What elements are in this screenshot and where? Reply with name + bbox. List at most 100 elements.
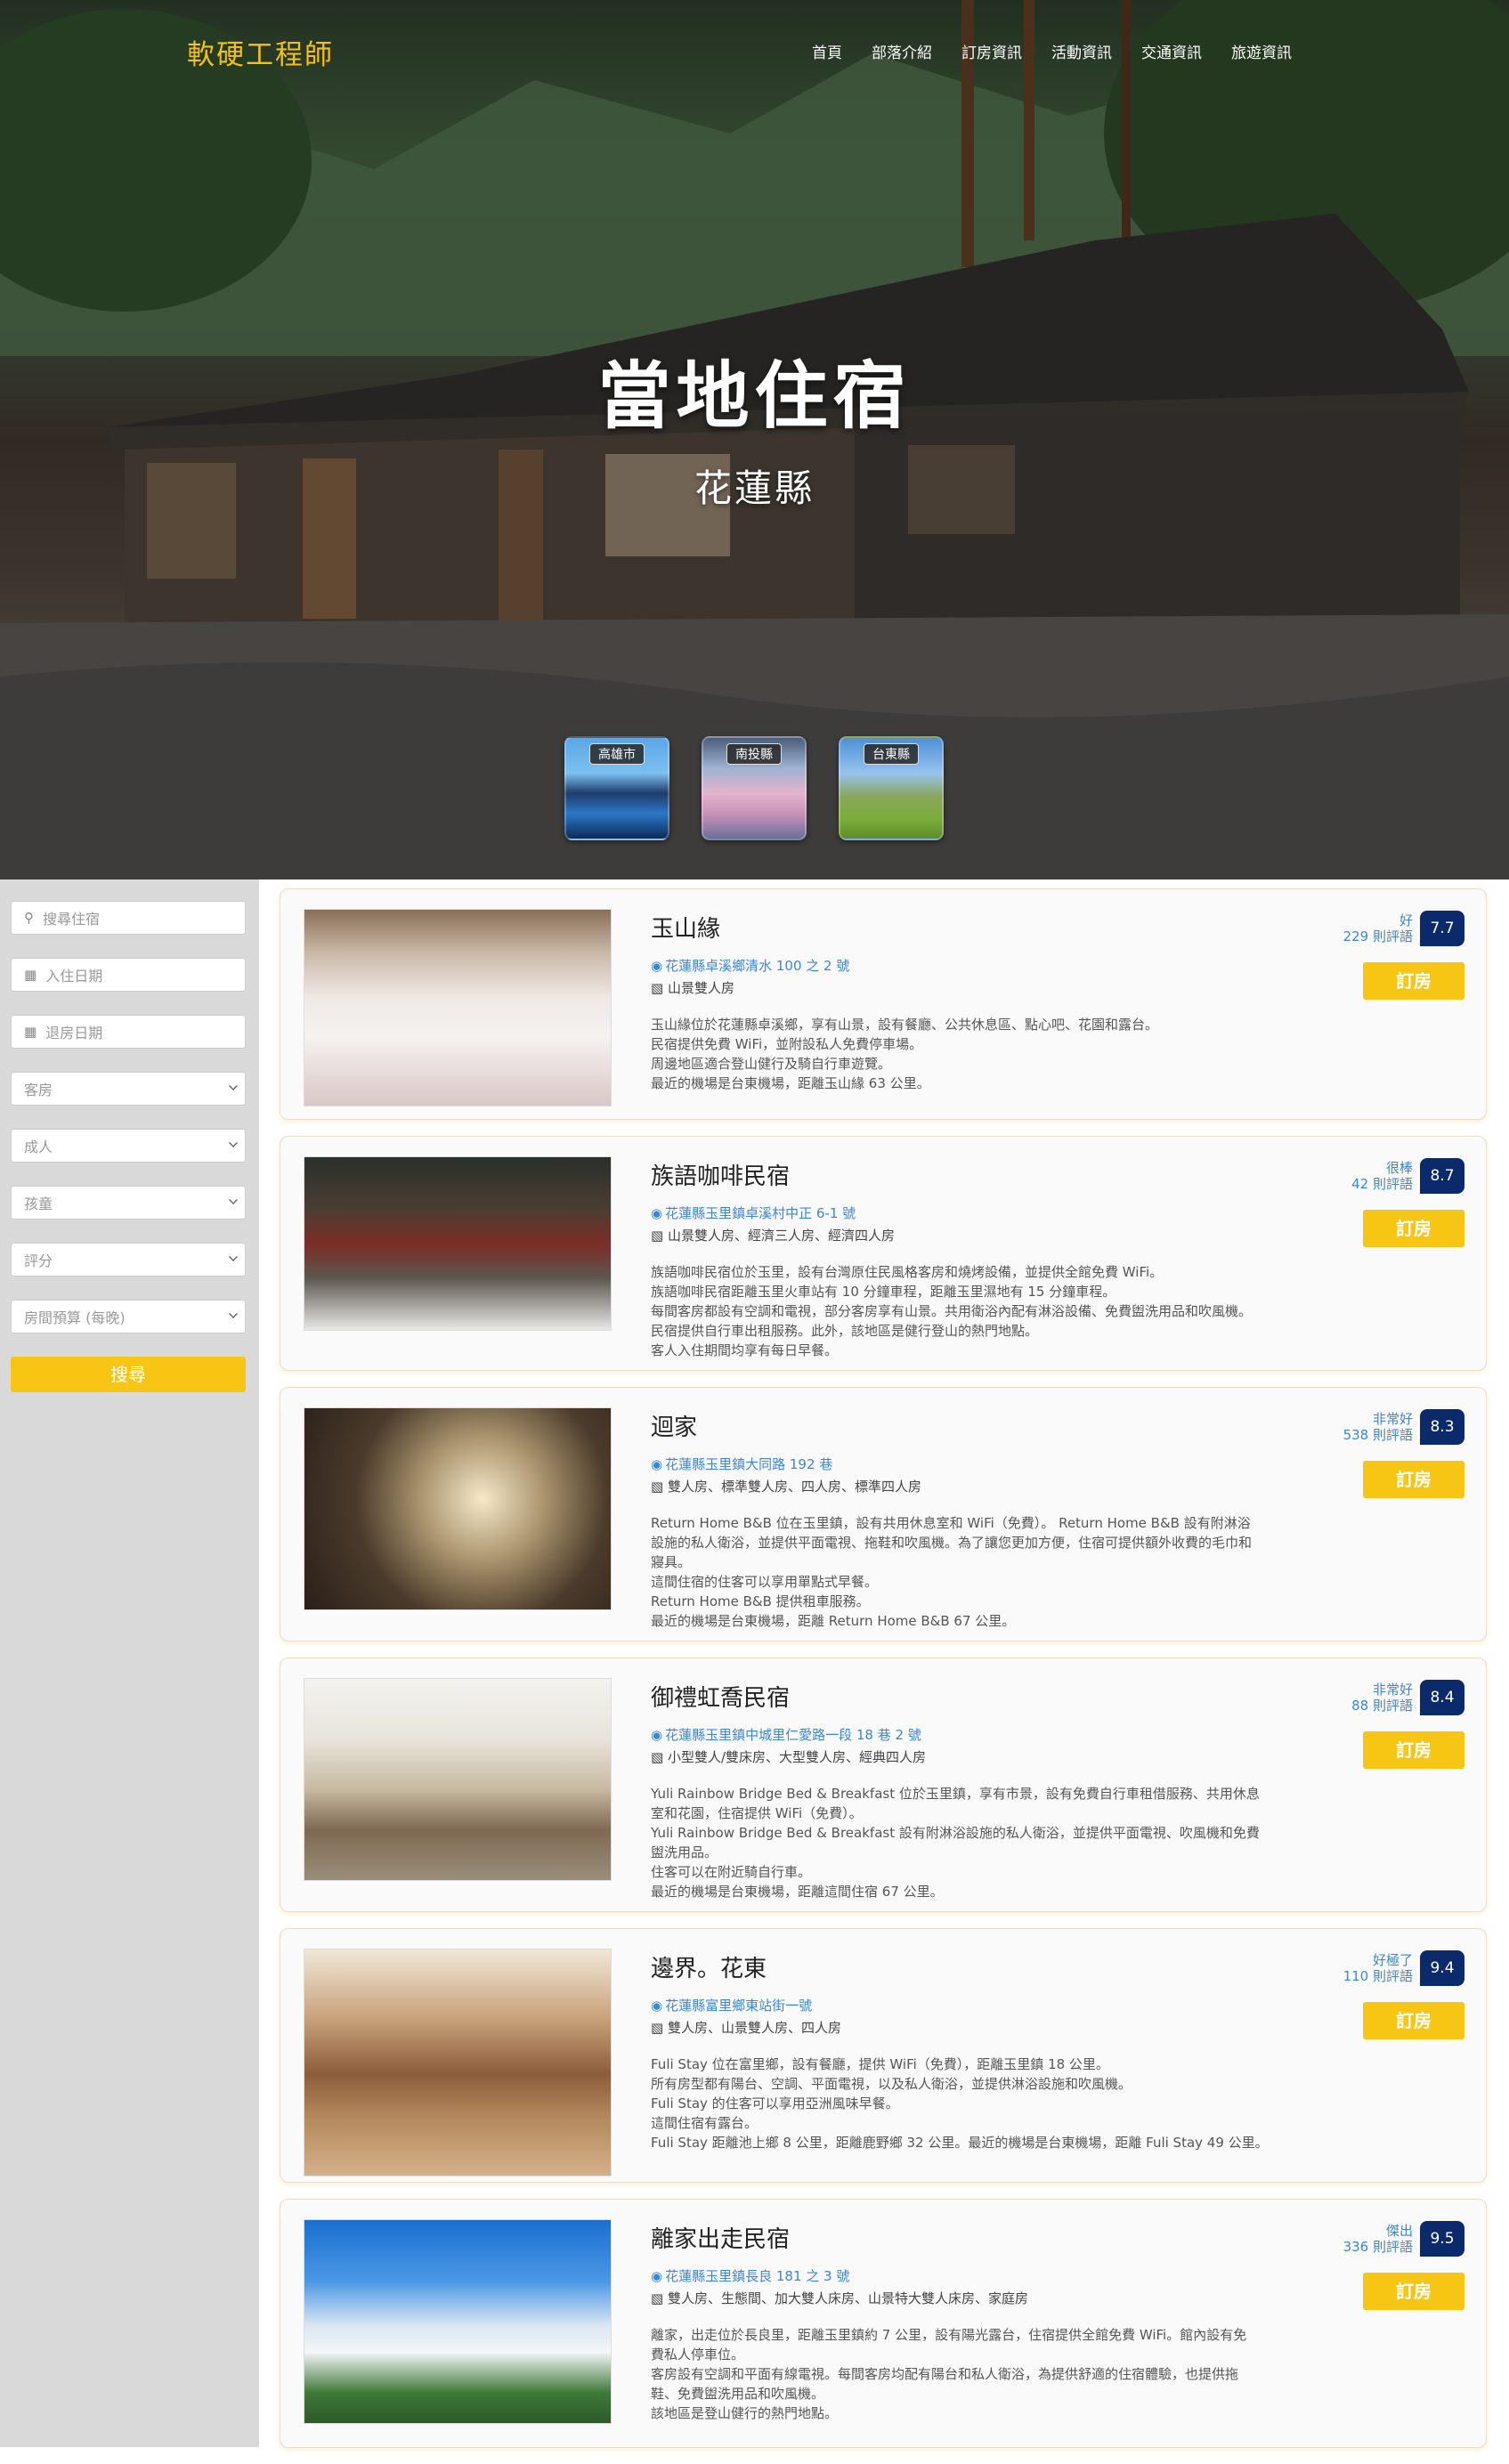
score-badge: 8.3 <box>1420 1409 1464 1445</box>
desc-line: 民宿提供自行車出租服務。此外，該地區是健行登山的熱門地點。 <box>651 1323 1039 1339</box>
rating-select[interactable]: 評分 <box>11 1243 246 1277</box>
rooms-text: 小型雙人/雙床房、大型雙人房、經典四人房 <box>667 1749 927 1765</box>
listing-card[interactable]: 迴家 ◉ 花蓮縣玉里鎮大同路 192 巷 ▧ 雙人房、標準雙人房、四人房、標準四人… <box>280 1387 1487 1641</box>
review-count[interactable]: 42 則評語 <box>1351 1174 1413 1193</box>
listing-photo[interactable] <box>304 909 612 1106</box>
chevron-down-icon <box>229 1196 238 1204</box>
nav-home[interactable]: 首頁 <box>812 40 842 62</box>
desc-line: 這間住宿有露台。 <box>651 2115 759 2131</box>
listing-rooms: ▧ 山景雙人房、經濟三人房、經濟四人房 <box>651 1226 1305 1244</box>
nav-travel-info[interactable]: 旅遊資訊 <box>1231 40 1292 62</box>
listing-name[interactable]: 迴家 <box>651 1409 1305 1442</box>
hero-banner: 軟硬工程師 首頁 部落介紹 訂房資訊 活動資訊 交通資訊 旅遊資訊 當地住宿 花… <box>0 0 1509 879</box>
listing-photo[interactable] <box>304 2219 612 2424</box>
county-thumb-nantou[interactable]: 南投縣 <box>702 736 807 840</box>
search-button[interactable]: 搜尋 <box>11 1357 246 1392</box>
review-count[interactable]: 538 則評語 <box>1343 1425 1413 1444</box>
select-value: 房間預算 (每晚) <box>24 1309 126 1326</box>
desc-line: 室和花園，住宿提供 WiFi（免費）。 <box>651 1805 863 1821</box>
chevron-down-icon <box>229 1082 238 1090</box>
listing-name[interactable]: 族語咖啡民宿 <box>651 1158 1305 1191</box>
listing-address[interactable]: ◉ 花蓮縣玉里鎮卓溪村中正 6-1 號 <box>651 1204 1305 1222</box>
book-button[interactable]: 訂房 <box>1363 1210 1464 1247</box>
children-select[interactable]: 孩童 <box>11 1186 246 1220</box>
listing-address[interactable]: ◉ 花蓮縣玉里鎮長良 181 之 3 號 <box>651 2266 1305 2285</box>
rooms-text: 雙人房、標準雙人房、四人房、標準四人房 <box>667 1479 921 1495</box>
listing-photo[interactable] <box>304 1949 612 2176</box>
nav-transport[interactable]: 交通資訊 <box>1141 40 1202 62</box>
book-button[interactable]: 訂房 <box>1363 2002 1464 2039</box>
checkin-placeholder: 入住日期 <box>45 968 103 985</box>
book-button[interactable]: 訂房 <box>1363 1461 1464 1498</box>
listing-address[interactable]: ◉ 花蓮縣卓溪鄉清水 100 之 2 號 <box>651 956 1305 975</box>
bed-icon: ▧ <box>651 1228 668 1244</box>
map-pin-icon: ◉ <box>651 1727 663 1743</box>
chevron-down-icon <box>229 1309 238 1318</box>
nav-tribe-intro[interactable]: 部落介紹 <box>872 40 932 62</box>
listing-rooms: ▧ 雙人房、山景雙人房、四人房 <box>651 2018 1305 2037</box>
brand-logo[interactable]: 軟硬工程師 <box>187 32 334 72</box>
nav-activities[interactable]: 活動資訊 <box>1051 40 1112 62</box>
budget-select[interactable]: 房間預算 (每晚) <box>11 1300 246 1333</box>
listing-info: 御禮虹喬民宿 ◉ 花蓮縣玉里鎮中城里仁愛路一段 18 巷 2 號 ▧ 小型雙人/雙… <box>651 1680 1305 1901</box>
listing-card[interactable]: 離家出走民宿 ◉ 花蓮縣玉里鎮長良 181 之 3 號 ▧ 雙人房、生態間、加大雙… <box>280 2199 1487 2448</box>
nav-booking-info[interactable]: 訂房資訊 <box>961 40 1022 62</box>
review-count[interactable]: 229 則評語 <box>1343 927 1413 945</box>
listing-card[interactable]: 族語咖啡民宿 ◉ 花蓮縣玉里鎮卓溪村中正 6-1 號 ▧ 山景雙人房、經濟三人房、… <box>280 1136 1487 1371</box>
listing-rooms: ▧ 小型雙人/雙床房、大型雙人房、經典四人房 <box>651 1747 1305 1766</box>
listing-address[interactable]: ◉ 花蓮縣富里鄉東站街一號 <box>651 1996 1305 2014</box>
county-thumb-taitung[interactable]: 台東縣 <box>839 736 944 840</box>
listing-name[interactable]: 御禮虹喬民宿 <box>651 1680 1305 1713</box>
chevron-down-icon <box>229 1139 238 1147</box>
listing-photo[interactable] <box>304 1678 612 1881</box>
review-count[interactable]: 110 則評語 <box>1343 1966 1413 1985</box>
desc-line: 客房設有空調和平面有線電視。每間客房均配有陽台和私人衛浴，為提供舒適的住宿體驗，… <box>651 2366 1239 2382</box>
county-label: 高雄市 <box>589 743 645 765</box>
rooms-select[interactable]: 客房 <box>11 1072 246 1106</box>
listing-info: 玉山緣 ◉ 花蓮縣卓溪鄉清水 100 之 2 號 ▧ 山景雙人房 玉山緣位於花蓮縣… <box>651 911 1305 1093</box>
select-value: 成人 <box>24 1139 53 1155</box>
listing-card[interactable]: 邊界。花東 ◉ 花蓮縣富里鄉東站街一號 ▧ 雙人房、山景雙人房、四人房 Fuli … <box>280 1928 1487 2183</box>
address-text: 花蓮縣玉里鎮卓溪村中正 6-1 號 <box>665 1205 856 1221</box>
review-count[interactable]: 336 則評語 <box>1343 2237 1413 2256</box>
listing-photo[interactable] <box>304 1156 612 1331</box>
listing-address[interactable]: ◉ 花蓮縣玉里鎮中城里仁愛路一段 18 巷 2 號 <box>651 1725 1305 1744</box>
listing-rooms: ▧ 雙人房、標準雙人房、四人房、標準四人房 <box>651 1477 1305 1495</box>
select-value: 孩童 <box>24 1196 53 1212</box>
checkin-date-field[interactable]: ▦ 入住日期 <box>11 958 246 992</box>
calendar-icon: ▦ <box>24 967 37 983</box>
listing-card[interactable]: 御禮虹喬民宿 ◉ 花蓮縣玉里鎮中城里仁愛路一段 18 巷 2 號 ▧ 小型雙人/雙… <box>280 1658 1487 1912</box>
score-badge: 8.7 <box>1420 1158 1464 1194</box>
county-label: 南投縣 <box>726 743 782 765</box>
checkout-date-field[interactable]: ▦ 退房日期 <box>11 1015 246 1049</box>
listing-name[interactable]: 邊界。花東 <box>651 1950 1305 1983</box>
desc-line: 設施的私人衛浴，並提供平面電視、拖鞋和吹風機。為了讓您更加方便，住宿可提供額外收… <box>651 1535 1253 1551</box>
select-value: 客房 <box>24 1082 53 1098</box>
desc-line: Fuli Stay 距離池上鄉 8 公里，距離鹿野鄉 32 公里。最近的機場是台… <box>651 2135 1269 2151</box>
listing-list: 玉山緣 ◉ 花蓮縣卓溪鄉清水 100 之 2 號 ▧ 山景雙人房 玉山緣位於花蓮縣… <box>280 888 1487 2464</box>
desc-line: 客人入住期間均享有每日早餐。 <box>651 1342 839 1358</box>
address-text: 花蓮縣玉里鎮中城里仁愛路一段 18 巷 2 號 <box>665 1727 921 1743</box>
top-navigation: 軟硬工程師 首頁 部落介紹 訂房資訊 活動資訊 交通資訊 旅遊資訊 <box>0 0 1509 102</box>
listing-rooms: ▧ 雙人房、生態間、加大雙人床房、山景特大雙人床房、家庭房 <box>651 2289 1305 2307</box>
desc-line: Return Home B&B 提供租車服務。 <box>651 1593 870 1609</box>
book-button[interactable]: 訂房 <box>1363 1731 1464 1769</box>
book-button[interactable]: 訂房 <box>1363 2273 1464 2310</box>
bed-icon: ▧ <box>651 2020 668 2036</box>
page-title: 當地住宿 <box>597 354 912 439</box>
listing-description: 玉山緣位於花蓮縣卓溪鄉，享有山景，設有餐廳、公共休息區、點心吧、花園和露台。 民… <box>651 1015 1305 1093</box>
listing-card[interactable]: 玉山緣 ◉ 花蓮縣卓溪鄉清水 100 之 2 號 ▧ 山景雙人房 玉山緣位於花蓮縣… <box>280 888 1487 1120</box>
listing-name[interactable]: 離家出走民宿 <box>651 2221 1305 2254</box>
rooms-text: 雙人房、生態間、加大雙人床房、山景特大雙人床房、家庭房 <box>667 2290 1028 2306</box>
desc-line: Yuli Rainbow Bridge Bed & Breakfast 位於玉里… <box>651 1786 1260 1802</box>
listing-address[interactable]: ◉ 花蓮縣玉里鎮大同路 192 巷 <box>651 1455 1305 1473</box>
book-button[interactable]: 訂房 <box>1363 962 1464 1000</box>
county-thumb-kaohsiung[interactable]: 高雄市 <box>564 736 669 840</box>
search-input[interactable]: ⚲ 搜尋住宿 <box>11 901 246 935</box>
search-placeholder: 搜尋住宿 <box>43 911 101 928</box>
adults-select[interactable]: 成人 <box>11 1129 246 1163</box>
listing-name[interactable]: 玉山緣 <box>651 911 1305 944</box>
review-count[interactable]: 88 則評語 <box>1351 1696 1413 1714</box>
score-badge: 8.4 <box>1420 1680 1464 1715</box>
listing-photo[interactable] <box>304 1407 612 1610</box>
